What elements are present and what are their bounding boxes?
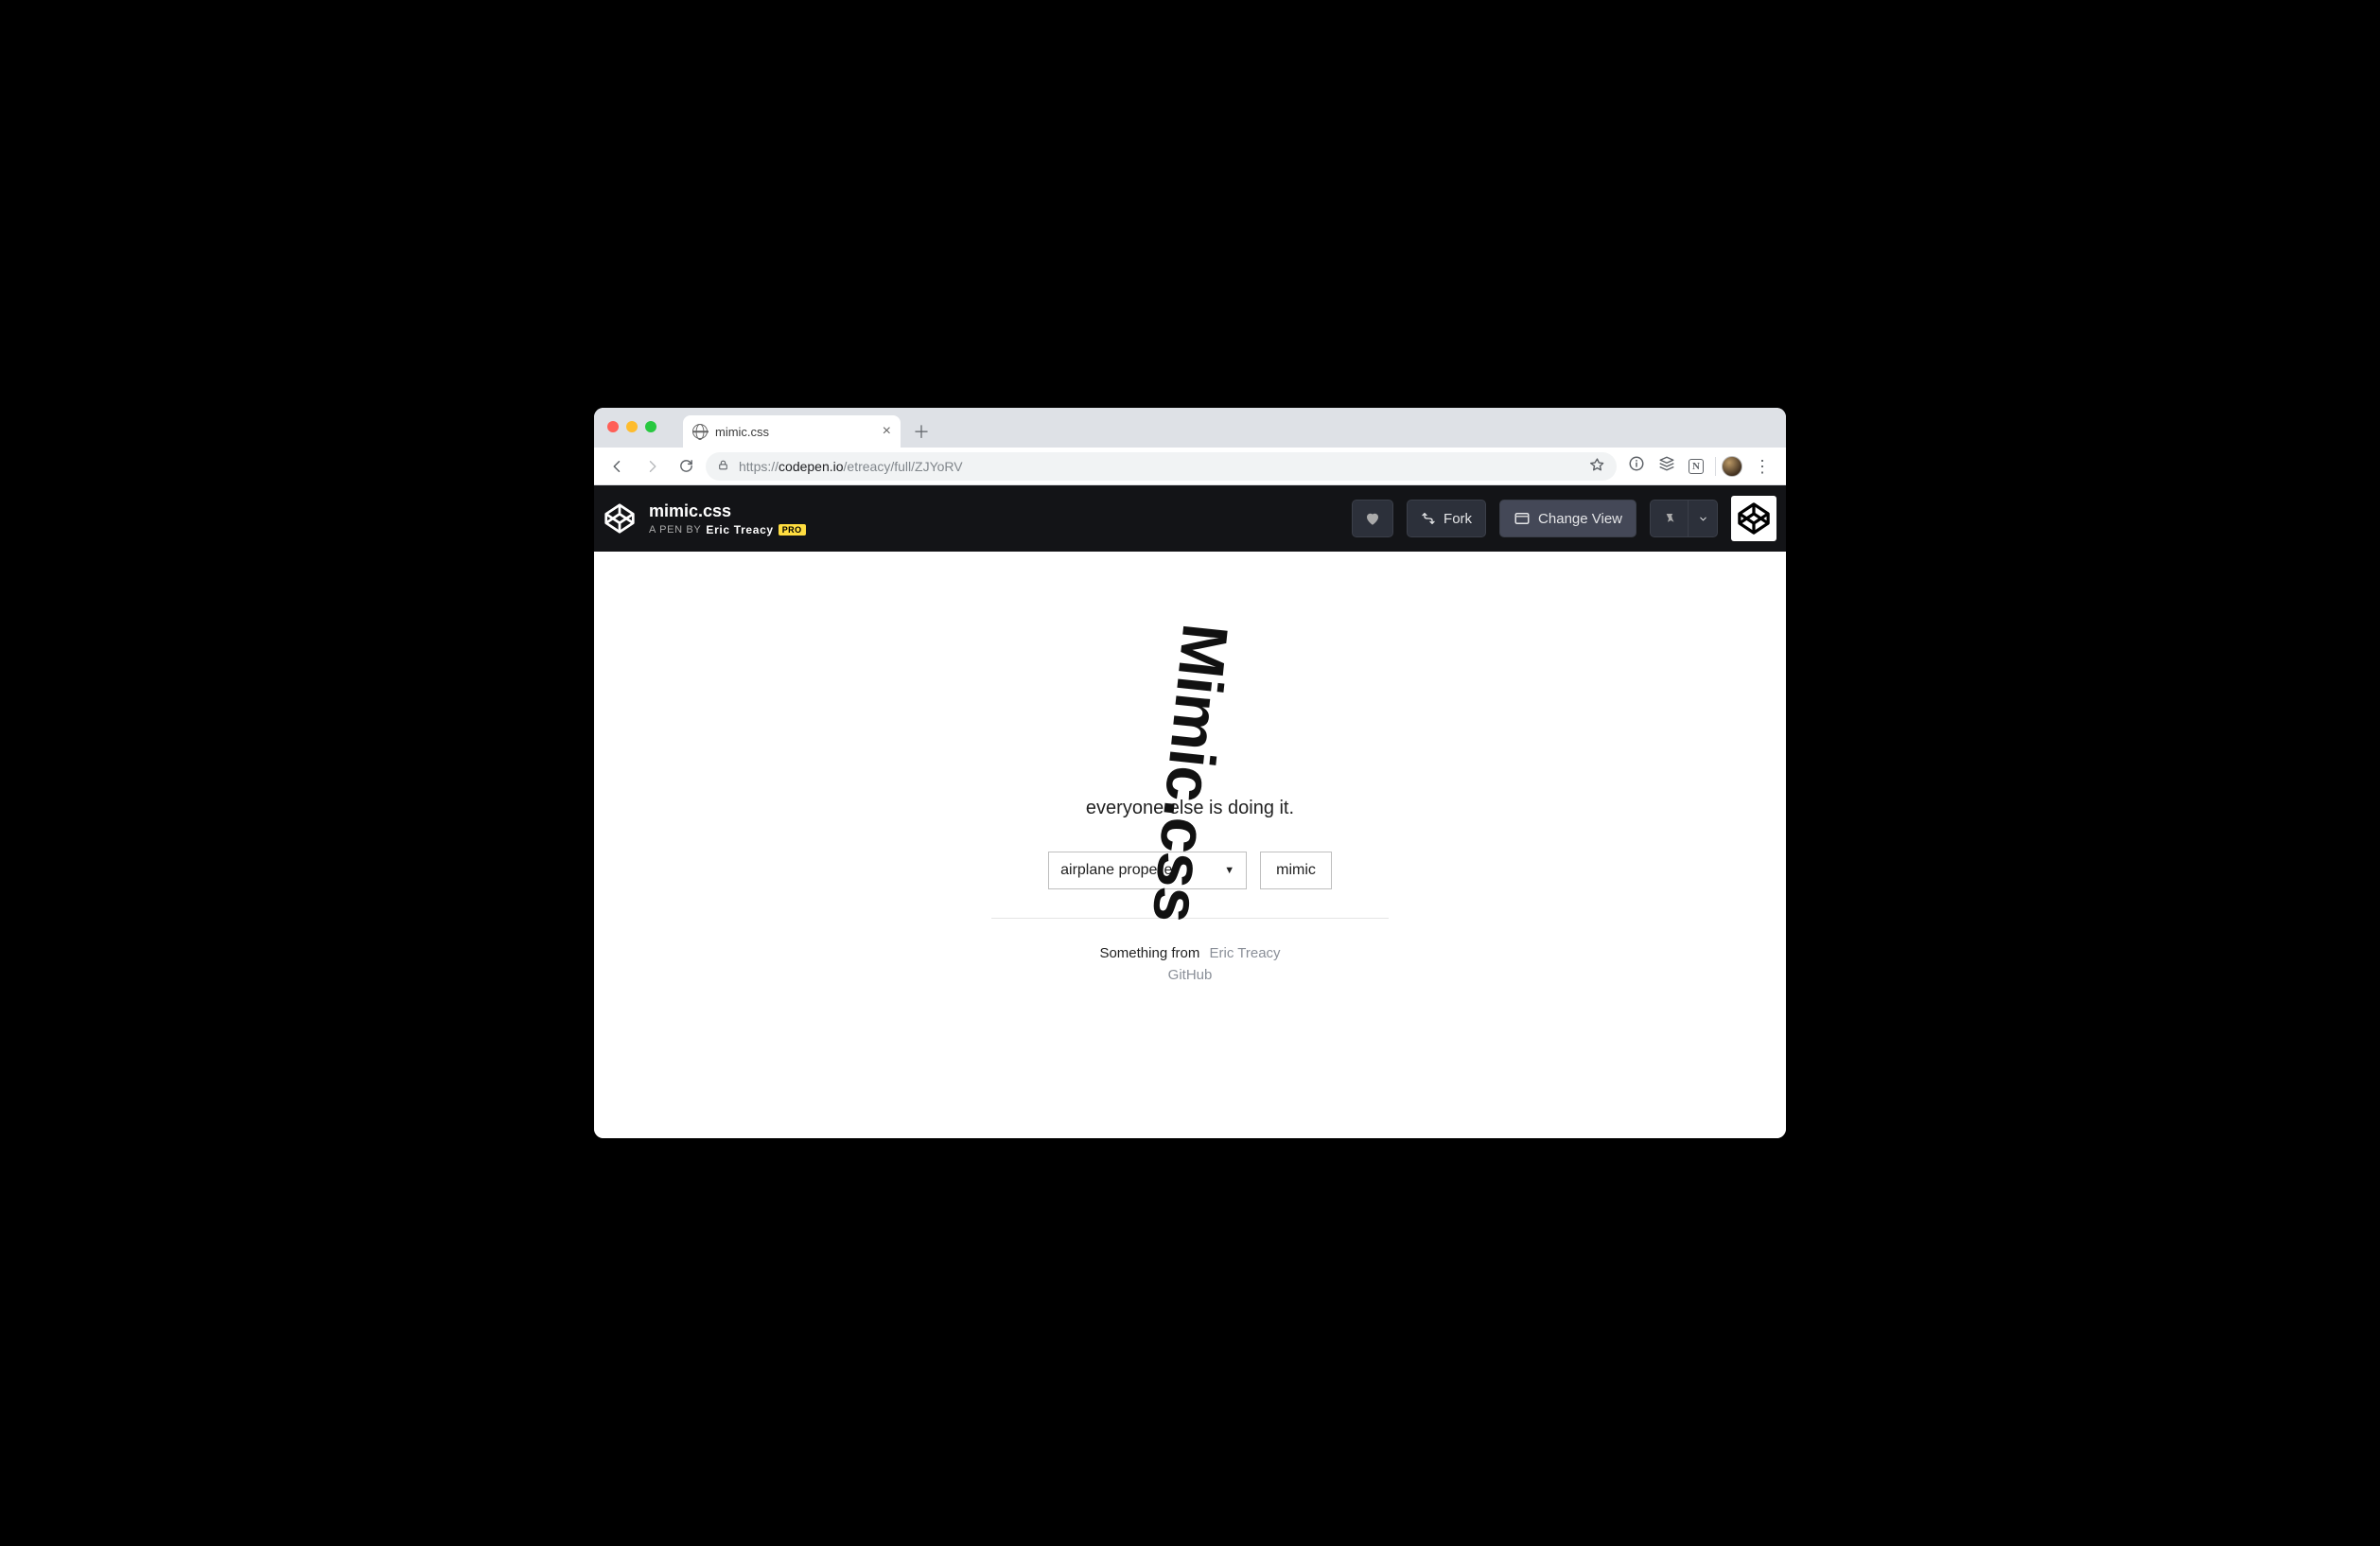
forward-button[interactable] bbox=[638, 452, 666, 481]
pen-by-label: A PEN BY bbox=[649, 524, 701, 536]
codepen-logo-right[interactable] bbox=[1731, 496, 1776, 541]
pin-dropdown-button[interactable] bbox=[1688, 500, 1718, 537]
tab-strip: mimic.css × ＋ bbox=[594, 408, 1786, 448]
back-button[interactable] bbox=[604, 452, 632, 481]
buffer-icon[interactable] bbox=[1658, 455, 1675, 477]
footer-prefix: Something from bbox=[1099, 945, 1199, 961]
mimic-button-label: mimic bbox=[1276, 862, 1316, 879]
extension-icons: N bbox=[1622, 455, 1709, 477]
pin-button[interactable] bbox=[1650, 500, 1688, 537]
pin-button-group bbox=[1650, 500, 1718, 537]
new-tab-button[interactable]: ＋ bbox=[908, 418, 935, 445]
browser-window: mimic.css × ＋ https://codepen.io/etreacy… bbox=[594, 408, 1786, 1138]
maximize-window-button[interactable] bbox=[645, 421, 656, 432]
view-icon bbox=[1514, 510, 1531, 527]
pen-title-block: mimic.css A PEN BY Eric Treacy PRO bbox=[649, 501, 806, 536]
browser-tab[interactable]: mimic.css × bbox=[683, 415, 901, 448]
footer-author-link[interactable]: Eric Treacy bbox=[1210, 945, 1281, 961]
codepen-logo-icon bbox=[604, 502, 636, 535]
tab-title: mimic.css bbox=[715, 425, 769, 439]
change-view-button[interactable]: Change View bbox=[1499, 500, 1636, 537]
close-tab-button[interactable]: × bbox=[883, 424, 891, 439]
pro-badge: PRO bbox=[779, 524, 806, 536]
url-text: https://codepen.io/etreacy/full/ZJYoRV bbox=[739, 459, 963, 474]
minimize-window-button[interactable] bbox=[626, 421, 638, 432]
browser-menu-button[interactable]: ⋮ bbox=[1748, 452, 1776, 481]
mimic-button[interactable]: mimic bbox=[1260, 852, 1332, 889]
footer-github-link[interactable]: GitHub bbox=[1168, 967, 1213, 983]
pen-title[interactable]: mimic.css bbox=[649, 501, 806, 521]
globe-icon bbox=[692, 424, 708, 439]
pin-icon bbox=[1663, 512, 1676, 525]
lock-icon bbox=[717, 459, 729, 474]
notion-icon[interactable]: N bbox=[1689, 459, 1704, 474]
profile-avatar[interactable] bbox=[1722, 456, 1742, 477]
pen-author-link[interactable]: Eric Treacy bbox=[706, 523, 773, 536]
reload-button[interactable] bbox=[672, 452, 700, 481]
toolbar: https://codepen.io/etreacy/full/ZJYoRV N… bbox=[594, 448, 1786, 485]
close-window-button[interactable] bbox=[607, 421, 619, 432]
fork-button[interactable]: Fork bbox=[1407, 500, 1486, 537]
fork-icon bbox=[1421, 511, 1436, 526]
page-footer: Something from Eric Treacy GitHub bbox=[991, 943, 1389, 986]
window-controls bbox=[607, 421, 656, 432]
address-bar[interactable]: https://codepen.io/etreacy/full/ZJYoRV bbox=[706, 452, 1617, 481]
info-icon[interactable] bbox=[1628, 455, 1645, 477]
love-button[interactable] bbox=[1352, 500, 1393, 537]
codepen-header: mimic.css A PEN BY Eric Treacy PRO Fork … bbox=[594, 485, 1786, 552]
pen-output: Mimic.css everyone else is doing it. air… bbox=[594, 552, 1786, 1138]
change-view-label: Change View bbox=[1538, 511, 1622, 527]
fork-label: Fork bbox=[1444, 511, 1472, 527]
star-icon[interactable] bbox=[1589, 457, 1605, 476]
chevron-down-icon bbox=[1698, 514, 1708, 524]
